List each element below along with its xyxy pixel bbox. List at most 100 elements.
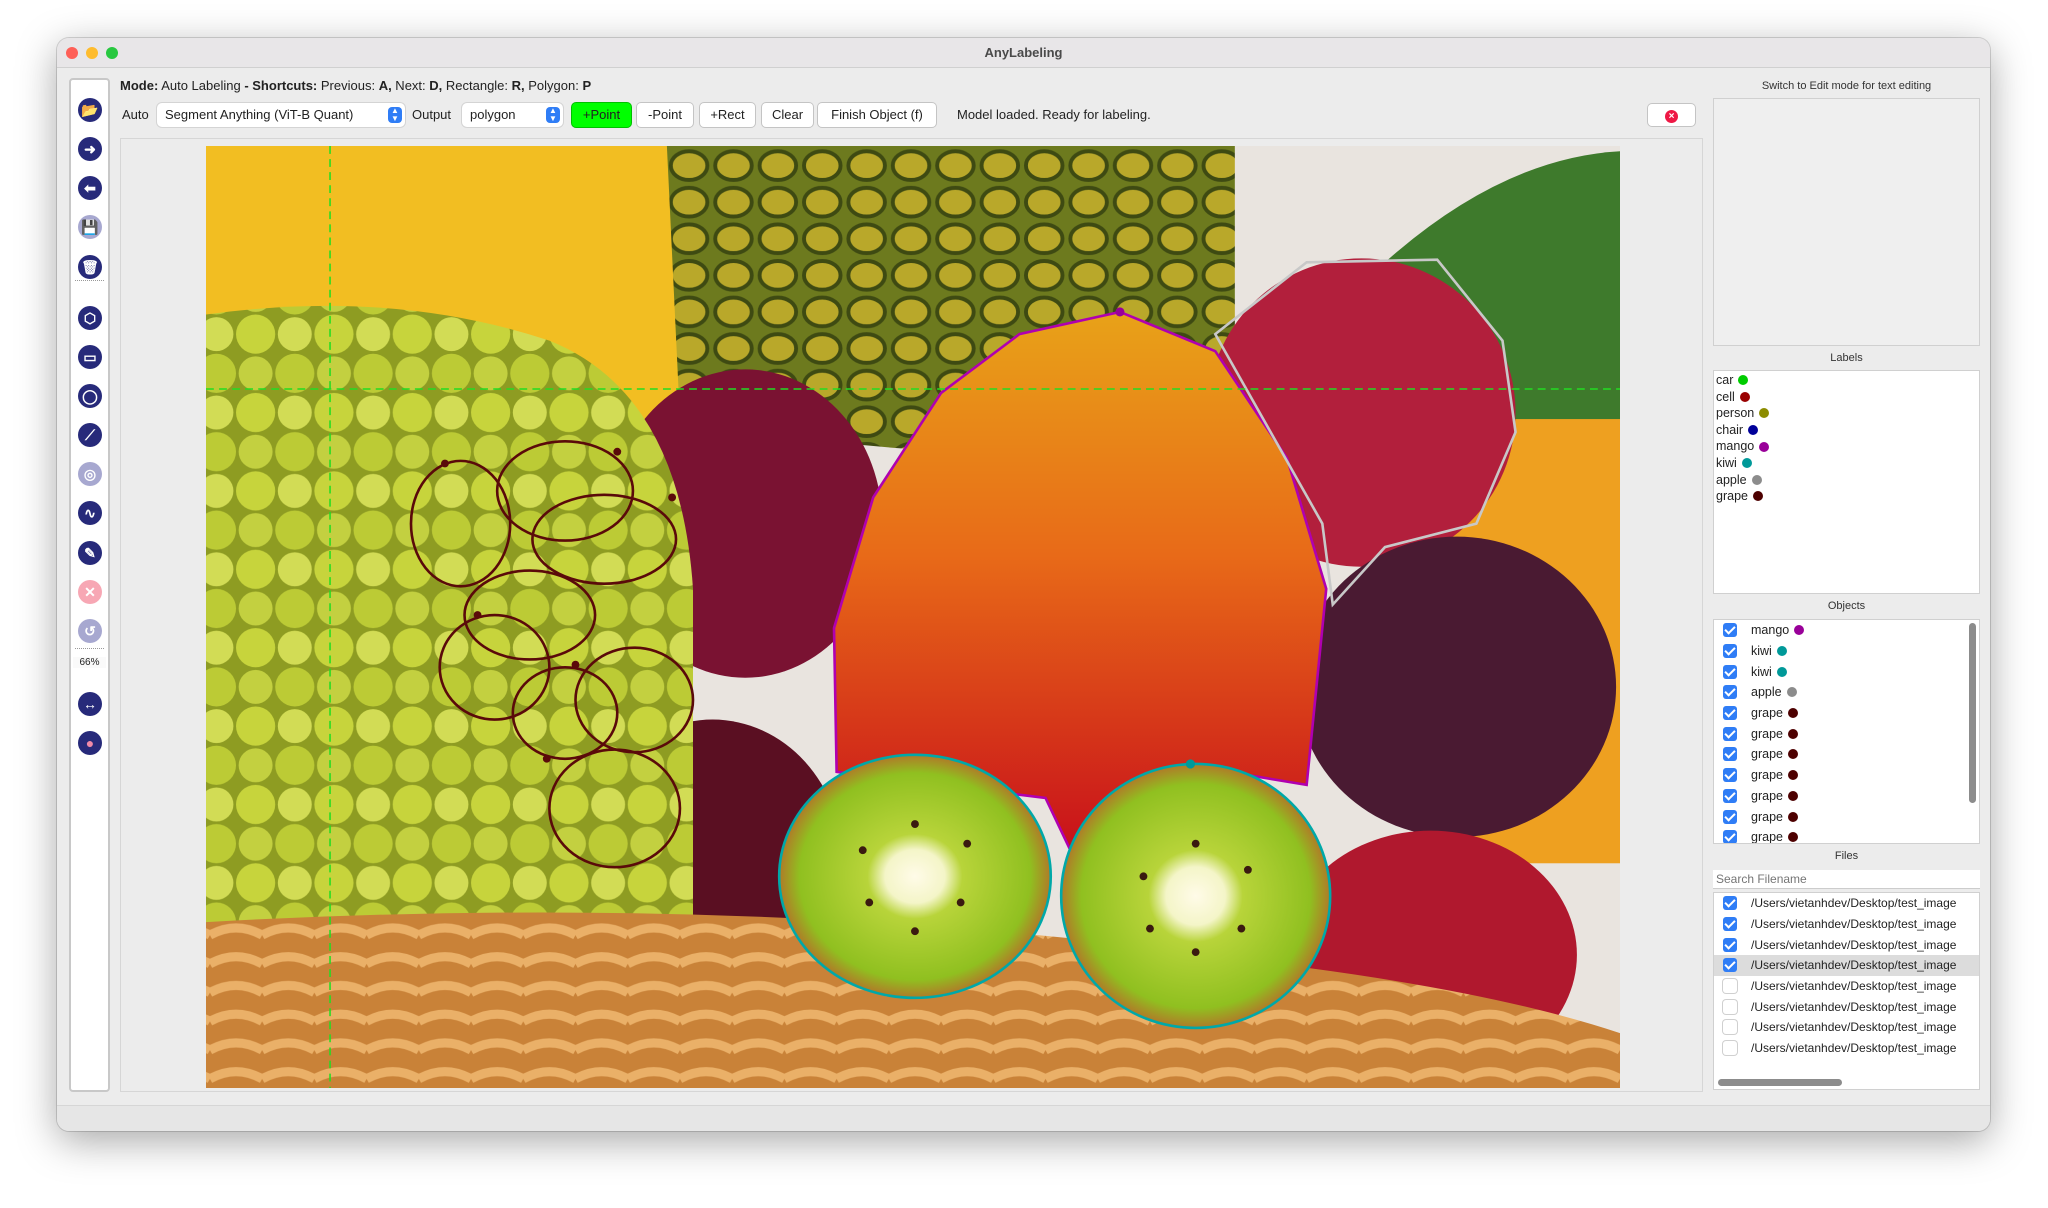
object-color-dot	[1787, 770, 1798, 781]
label-item[interactable]: grape	[1714, 488, 1979, 505]
object-color-dot	[1787, 708, 1798, 719]
object-color-dot	[1787, 749, 1798, 760]
file-done-checkbox[interactable]	[1723, 1041, 1737, 1056]
file-item[interactable]: /Users/vietanhdev/Desktop/test_image	[1714, 934, 1979, 955]
linestrip-icon[interactable]: ∿	[78, 501, 102, 525]
text-edit-hint: Switch to Edit mode for text editing	[1761, 80, 1932, 92]
search-filename-input[interactable]	[1713, 870, 1980, 889]
label-item[interactable]: car	[1714, 372, 1979, 389]
point-icon[interactable]: ◎	[78, 462, 102, 486]
annotated-image[interactable]	[206, 146, 1620, 1088]
clear-button[interactable]: Clear	[762, 103, 813, 127]
file-item[interactable]: /Users/vietanhdev/Desktop/test_image	[1714, 1038, 1979, 1059]
finish-object-button[interactable]: Finish Object (f)	[818, 103, 936, 127]
file-done-checkbox[interactable]	[1723, 937, 1737, 952]
shortcuts-label: Shortcuts:	[252, 78, 318, 93]
object-item[interactable]: mango	[1714, 620, 1979, 641]
object-item[interactable]: grape	[1714, 744, 1979, 765]
file-item[interactable]: /Users/vietanhdev/Desktop/test_image	[1714, 955, 1979, 976]
file-item[interactable]: /Users/vietanhdev/Desktop/test_image	[1714, 914, 1979, 935]
remove-point-button[interactable]: -Point	[637, 103, 693, 127]
kiwi-polygon-left[interactable]	[777, 753, 1053, 1000]
rectangle-icon[interactable]: ▭	[78, 345, 102, 369]
file-done-checkbox[interactable]	[1723, 979, 1737, 994]
file-item[interactable]: /Users/vietanhdev/Desktop/test_image	[1714, 1017, 1979, 1038]
file-done-checkbox[interactable]	[1723, 958, 1737, 973]
object-item[interactable]: grape	[1714, 723, 1979, 744]
next-image-icon[interactable]: ➜	[78, 137, 102, 161]
object-color-dot	[1786, 687, 1797, 698]
undo-icon[interactable]: ↺	[78, 619, 102, 643]
label-item[interactable]: apple	[1714, 472, 1979, 489]
save-icon[interactable]: 💾	[78, 215, 102, 239]
label-item[interactable]: cell	[1714, 389, 1979, 406]
file-item[interactable]: /Users/vietanhdev/Desktop/test_image	[1714, 996, 1979, 1017]
object-visibility-checkbox[interactable]	[1723, 768, 1737, 783]
delete-icon[interactable]: 🗑	[78, 255, 102, 279]
object-visibility-checkbox[interactable]	[1723, 644, 1737, 659]
object-item[interactable]: kiwi	[1714, 641, 1979, 662]
files-list: /Users/vietanhdev/Desktop/test_image/Use…	[1713, 892, 1980, 1090]
minimize-window-button[interactable]	[86, 47, 98, 59]
close-red-icon[interactable]: ✕	[78, 580, 102, 604]
object-item[interactable]: grape	[1714, 703, 1979, 724]
add-point-button[interactable]: +Point	[572, 103, 631, 127]
line-icon[interactable]: ⟋	[78, 423, 102, 447]
app-window: AnyLabeling 📂 ➜ ⬅ 💾 🗑 ⬡ ▭ ◯ ⟋ ◎ ∿ ✎ ✕ ↺ ↔ ● 66% Mode: Au…	[57, 38, 1990, 1131]
status-bar	[57, 1105, 1990, 1131]
files-hscrollbar[interactable]	[1718, 1079, 1842, 1086]
add-rect-button[interactable]: +Rect	[700, 103, 755, 127]
object-item[interactable]: grape	[1714, 806, 1979, 827]
label-name: cell	[1716, 389, 1735, 404]
close-window-button[interactable]	[66, 47, 78, 59]
object-item[interactable]: kiwi	[1714, 661, 1979, 682]
file-done-checkbox[interactable]	[1723, 896, 1737, 911]
label-color-dot	[1759, 408, 1770, 419]
object-visibility-checkbox[interactable]	[1723, 747, 1737, 762]
object-visibility-checkbox[interactable]	[1723, 685, 1737, 700]
object-color-dot	[1787, 790, 1798, 801]
label-color-dot	[1741, 458, 1752, 469]
file-done-checkbox[interactable]	[1723, 917, 1737, 932]
file-path: /Users/vietanhdev/Desktop/test_image	[1751, 979, 1957, 994]
file-done-checkbox[interactable]	[1723, 1020, 1737, 1035]
image-canvas[interactable]	[120, 138, 1703, 1092]
object-item[interactable]: grape	[1714, 765, 1979, 786]
label-item[interactable]: person	[1714, 405, 1979, 422]
objects-scrollbar[interactable]	[1969, 623, 1976, 803]
object-item[interactable]: grape	[1714, 827, 1979, 843]
object-visibility-checkbox[interactable]	[1723, 706, 1737, 721]
zoom-level[interactable]: 66%	[73, 657, 106, 668]
object-item[interactable]: apple	[1714, 682, 1979, 703]
model-select[interactable]: Segment Anything (ViT-B Quant) ▲ ▼	[157, 103, 405, 127]
polygon-vertex[interactable]	[1115, 307, 1125, 317]
fit-width-icon[interactable]: ↔	[78, 692, 102, 716]
output-select[interactable]: polygon ▲ ▼	[462, 103, 563, 127]
grapes-bunch	[206, 305, 694, 942]
polygon-icon[interactable]: ⬡	[78, 306, 102, 330]
object-visibility-checkbox[interactable]	[1723, 809, 1737, 824]
object-visibility-checkbox[interactable]	[1723, 830, 1737, 843]
description-textbox[interactable]	[1713, 98, 1980, 346]
label-item[interactable]: kiwi	[1714, 455, 1979, 472]
object-visibility-checkbox[interactable]	[1723, 788, 1737, 803]
brain-auto-label-icon[interactable]: ●	[78, 731, 102, 755]
object-visibility-checkbox[interactable]	[1723, 623, 1737, 638]
prev-image-icon[interactable]: ⬅	[78, 176, 102, 200]
file-path: /Users/vietanhdev/Desktop/test_image	[1751, 896, 1957, 911]
close-auto-labeling-button[interactable]: ×	[1648, 104, 1695, 126]
object-item[interactable]: grape	[1714, 786, 1979, 807]
edit-pencil-icon[interactable]: ✎	[78, 541, 102, 565]
maximize-window-button[interactable]	[106, 47, 118, 59]
file-item[interactable]: /Users/vietanhdev/Desktop/test_image	[1714, 893, 1979, 914]
shortcut-text: Polygon:	[524, 78, 583, 93]
file-item[interactable]: /Users/vietanhdev/Desktop/test_image	[1714, 976, 1979, 997]
label-item[interactable]: mango	[1714, 438, 1979, 455]
label-item[interactable]: chair	[1714, 422, 1979, 439]
object-visibility-checkbox[interactable]	[1723, 664, 1737, 679]
file-path: /Users/vietanhdev/Desktop/test_image	[1751, 958, 1957, 973]
circle-icon[interactable]: ◯	[78, 384, 102, 408]
open-folder-icon[interactable]: 📂	[78, 98, 102, 122]
object-visibility-checkbox[interactable]	[1723, 726, 1737, 741]
file-done-checkbox[interactable]	[1723, 999, 1737, 1014]
